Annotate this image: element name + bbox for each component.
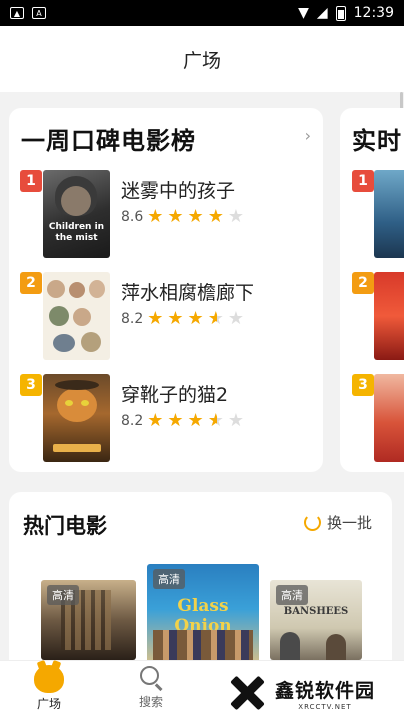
star-icon: ★ <box>167 206 184 227</box>
movie-title[interactable]: 迷雾中的孩子 <box>121 176 235 203</box>
wifi-icon: ▼ <box>298 5 309 21</box>
movie-title[interactable]: 穿靴子的猫2 <box>121 380 228 407</box>
rank-badge: 1 <box>352 170 374 192</box>
movie-poster[interactable]: 高清 BANSHEES <box>270 580 362 660</box>
battery-icon <box>335 5 346 21</box>
watermark-name: 鑫锐软件园 <box>275 679 376 702</box>
watermark-logo-icon <box>225 671 269 715</box>
rating-value: 8.2 <box>121 311 144 327</box>
star-icon: ★ <box>147 410 164 431</box>
ranking-item[interactable]: 2 萍水相腐檐廊下 8.2 ★ ★ ★ ★ ★ <box>20 272 320 362</box>
star-icon: ★ <box>207 206 224 227</box>
rank-badge: 2 <box>352 272 374 294</box>
star-icon: ★ <box>187 410 204 431</box>
star-icon: ★ <box>147 308 164 329</box>
movie-poster[interactable] <box>374 272 404 360</box>
refresh-icon <box>303 514 321 531</box>
watermark: 鑫锐软件园 XRCCTV.NET <box>205 666 404 720</box>
ranking-item[interactable]: 2 <box>352 272 404 360</box>
star-half-icon: ★ <box>207 308 224 329</box>
tab-plaza[interactable]: 广场 <box>19 665 79 712</box>
status-time: 12:39 <box>353 5 394 21</box>
star-empty-icon: ★ <box>227 206 244 227</box>
movie-rating: 8.6 ★ ★ ★ ★ ★ <box>121 208 244 226</box>
poster-title: Children in the mist <box>48 222 105 243</box>
movie-poster[interactable] <box>43 374 110 462</box>
movie-poster[interactable]: 高清 <box>41 580 136 660</box>
star-icon: ★ <box>167 308 184 329</box>
image-notification-icon: ▲ <box>10 7 24 19</box>
plaza-icon <box>34 665 64 693</box>
ranking-item[interactable]: 1 <box>352 170 404 258</box>
star-empty-icon: ★ <box>227 410 244 431</box>
movie-rating: 8.2 ★ ★ ★ ★ ★ <box>121 310 244 328</box>
poster-title: BANSHEES <box>283 606 349 617</box>
star-icon: ★ <box>147 206 164 227</box>
movie-rating: 8.2 ★ ★ ★ ★ ★ <box>121 412 244 430</box>
realtime-ranking-title: 实时 <box>352 127 402 155</box>
refresh-button[interactable]: 换一批 <box>303 512 372 533</box>
hd-badge: 高清 <box>153 569 185 589</box>
tab-label: 搜索 <box>138 695 163 709</box>
rating-value: 8.2 <box>121 413 144 429</box>
search-icon <box>138 665 164 691</box>
realtime-ranking-card[interactable]: 实时 1 2 3 <box>340 108 404 472</box>
star-empty-icon: ★ <box>227 308 244 329</box>
refresh-label: 换一批 <box>326 514 372 532</box>
watermark-url: XRCCTV.NET <box>298 702 352 711</box>
rank-badge: 3 <box>20 374 42 396</box>
rank-badge: 1 <box>20 170 42 192</box>
no-signal-icon: ◢ <box>316 5 328 21</box>
hd-badge: 高清 <box>47 585 79 605</box>
tab-label: 广场 <box>36 697 61 711</box>
ranking-item[interactable]: 1 Children in the mist 迷雾中的孩子 8.6 ★ ★ ★ … <box>20 170 320 260</box>
chevron-right-icon[interactable]: › <box>305 126 311 145</box>
movie-title[interactable]: 萍水相腐檐廊下 <box>121 278 254 305</box>
movie-poster[interactable]: Children in the mist <box>43 170 110 258</box>
hot-movies-title: 热门电影 <box>23 514 107 538</box>
weekly-ranking-card[interactable]: 一周口碑电影榜 › 1 Children in the mist 迷雾中的孩子 … <box>9 108 323 472</box>
movie-poster[interactable] <box>374 170 404 258</box>
star-half-icon: ★ <box>207 410 224 431</box>
rating-value: 8.6 <box>121 209 144 225</box>
ranking-item[interactable]: 3 穿靴子的猫2 8.2 ★ ★ ★ ★ ★ <box>20 374 320 464</box>
ranking-item[interactable]: 3 <box>352 374 404 462</box>
star-icon: ★ <box>187 206 204 227</box>
rank-badge: 2 <box>20 272 42 294</box>
status-bar: ▲ A ▼ ◢ 12:39 <box>0 0 404 26</box>
hd-badge: 高清 <box>276 585 308 605</box>
weekly-ranking-title: 一周口碑电影榜 <box>21 127 196 155</box>
rank-badge: 3 <box>352 374 374 396</box>
movie-poster[interactable]: 高清 Glass Onion <box>147 564 259 664</box>
app-notification-icon: A <box>32 7 46 19</box>
movie-poster[interactable] <box>43 272 110 360</box>
star-icon: ★ <box>167 410 184 431</box>
page-title: 广场 <box>0 26 404 92</box>
movie-poster[interactable] <box>374 374 404 462</box>
tab-search[interactable]: 搜索 <box>121 665 181 710</box>
star-icon: ★ <box>187 308 204 329</box>
